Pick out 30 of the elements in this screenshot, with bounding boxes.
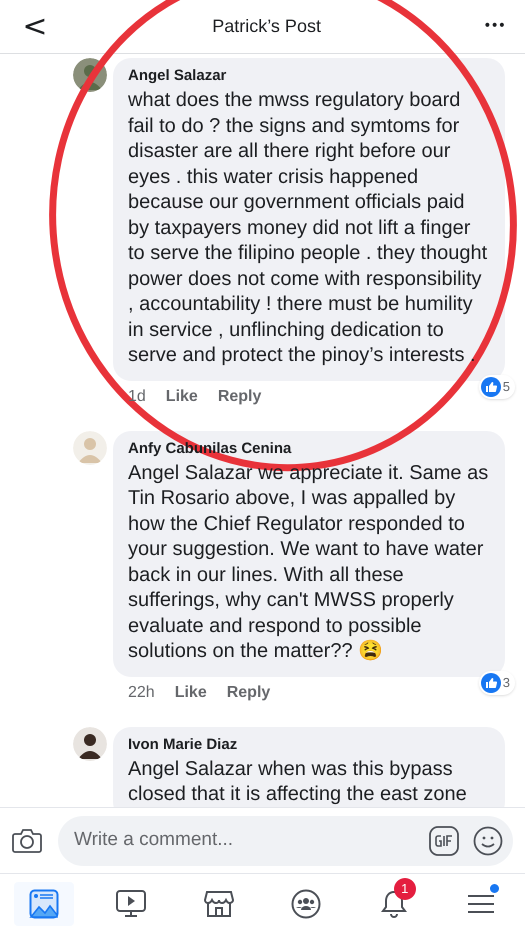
gif-icon[interactable] — [429, 826, 459, 856]
reaction-number: 3 — [502, 674, 511, 692]
more-button[interactable]: ••• — [483, 16, 505, 37]
comment-author[interactable]: Ivon Marie Diaz — [128, 736, 238, 752]
comment-text: Angel Salazar when was this bypass closed that it is affecting the east zone — [128, 756, 468, 807]
thumbs-up-icon — [480, 376, 501, 396]
tab-bar-item[interactable] — [14, 882, 74, 926]
smiley-icon[interactable] — [473, 826, 503, 856]
reaction-count[interactable]: 3 — [478, 670, 515, 694]
camera-icon[interactable] — [12, 828, 42, 854]
reply-link[interactable]: Reply — [226, 680, 270, 704]
thumbs-up-icon — [480, 672, 501, 692]
back-button[interactable]: < — [20, 4, 50, 49]
comment-time: 1d — [128, 386, 146, 406]
comment-text: what does the mwss regulatory board fail to do ? the signs and symtoms for disaster are all there right before our eyes . this water crisis happened because our government officials paid by taxpayers money did not lift a finger to serve the filipino people . they thought power does not come with responsibility , accountability ! there must be humility in service , unflinching dedication to serve and protect the pinoy’s interests . — [128, 88, 488, 368]
notification-badge: 1 — [394, 878, 416, 900]
comment-author[interactable]: Angel Salazar — [128, 67, 226, 84]
reaction-count[interactable]: 5 — [478, 374, 515, 398]
news-feed-icon — [28, 888, 59, 918]
page-title: Patrick’s Post — [212, 15, 321, 38]
like-link[interactable]: Like — [166, 384, 198, 408]
comment-time: 22h — [128, 682, 155, 702]
reaction-number: 5 — [502, 378, 511, 396]
video-icon — [116, 888, 146, 918]
groups-icon — [291, 888, 322, 918]
avatar[interactable] — [73, 726, 107, 760]
comment-box[interactable]: Write a comment... — [58, 816, 513, 866]
shop-icon — [204, 888, 234, 918]
reply-link[interactable]: Reply — [218, 384, 262, 408]
like-link[interactable]: Like — [174, 680, 207, 704]
